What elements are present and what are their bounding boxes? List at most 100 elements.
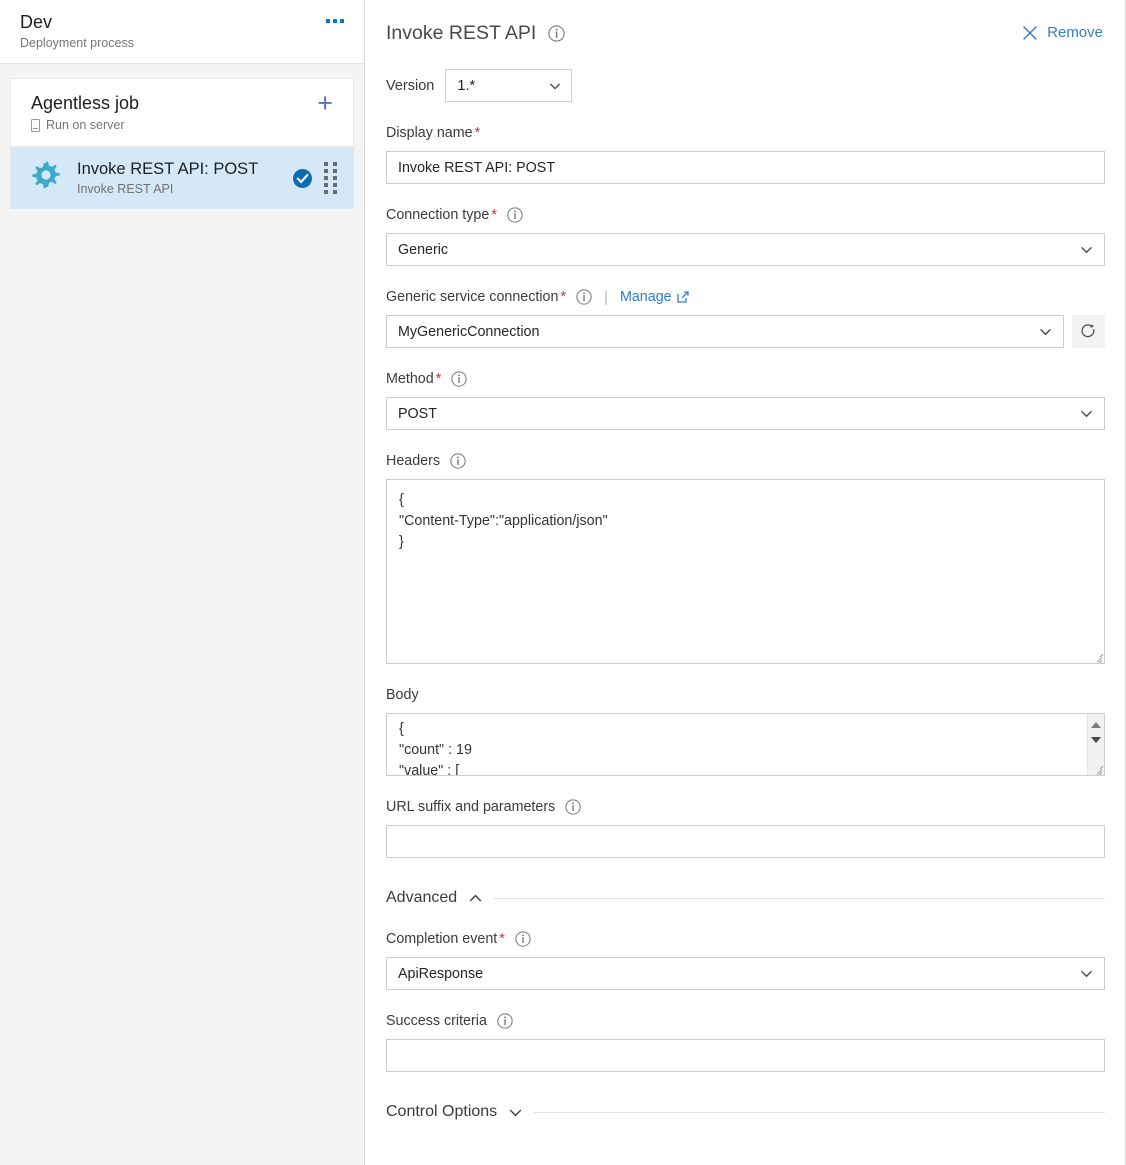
field-body: Body { "count" : 19 "value" : [ [386,686,1105,776]
section-divider [494,898,1105,899]
url-suffix-input[interactable] [386,825,1105,858]
drag-dot [324,162,328,166]
task-list-item-invoke-rest-api[interactable]: Invoke REST API: POST Invoke REST API [11,147,353,209]
method-select[interactable]: POST [386,397,1105,430]
pipeline-sidebar: Dev Deployment process Agentless job Run… [0,0,365,1165]
field-success-criteria: Success criteria [386,1012,1105,1072]
job-header-texts: Agentless job Run on server [31,92,139,133]
chevron-up-icon [467,890,484,907]
scroll-down-icon[interactable] [1091,737,1101,743]
chevron-down-icon [1079,966,1094,981]
info-icon[interactable] [576,289,592,305]
service-connection-value: MyGenericConnection [398,324,539,340]
process-title: Dev [20,11,134,33]
connection-type-value: Generic [398,242,448,258]
success-criteria-label: Success criteria [386,1012,487,1030]
connection-type-label: Connection type* [386,206,497,224]
field-completion-event: Completion event* ApiResponse [386,930,1105,990]
drag-dot [324,169,328,173]
info-icon[interactable] [497,1013,513,1029]
task-detail-panel: Invoke REST API [365,0,1126,1165]
info-icon[interactable] [507,207,523,223]
process-header-texts: Dev Deployment process [20,11,134,51]
task-drag-handle-icon[interactable] [324,162,343,194]
method-label: Method* [386,370,441,388]
body-scrollbar[interactable] [1087,714,1104,775]
body-label: Body [386,686,419,704]
task-editor-window: Dev Deployment process Agentless job Run… [0,0,1126,1165]
job-subtitle-row: Run on server [31,117,139,133]
deployment-process-header[interactable]: Dev Deployment process [0,0,364,64]
task-enabled-check-icon[interactable] [293,169,312,188]
field-url-suffix: URL suffix and parameters [386,798,1105,858]
section-control-options-title: Control Options [386,1102,497,1122]
label-divider: | [604,289,608,306]
refresh-service-connections-button[interactable] [1072,315,1105,348]
required-asterisk: * [499,931,505,947]
close-icon [1022,25,1038,41]
required-asterisk: * [560,289,566,305]
refresh-icon [1080,323,1097,340]
display-name-label-row: Display name* [386,124,1105,142]
task-item-texts: Invoke REST API: POST Invoke REST API [77,159,293,197]
info-icon[interactable] [565,799,581,815]
service-connection-row: MyGenericConnection [386,315,1105,348]
info-icon[interactable] [515,931,531,947]
detail-header: Invoke REST API [386,0,1105,46]
server-icon [31,119,40,132]
body-textarea[interactable]: { "count" : 19 "value" : [ [386,713,1105,776]
completion-event-select[interactable]: ApiResponse [386,957,1105,990]
required-asterisk: * [436,371,442,387]
required-asterisk: * [475,125,481,141]
more-actions-icon[interactable] [322,11,348,31]
completion-event-label: Completion event* [386,930,505,948]
display-name-label: Display name* [386,124,480,142]
section-advanced-header: Advanced [386,888,1105,908]
section-advanced-title: Advanced [386,888,457,908]
version-select[interactable]: 1.* [445,69,572,102]
drag-dot [324,176,328,180]
ellipsis-dot [333,19,337,23]
version-value: 1.* [457,78,475,94]
ellipsis-dot [326,19,330,23]
remove-label: Remove [1047,24,1103,42]
detail-title-wrap: Invoke REST API [386,21,565,45]
section-control-options-header: Control Options [386,1102,1105,1122]
drag-dot [333,190,337,194]
success-criteria-input[interactable] [386,1039,1105,1072]
service-connection-label-row: Generic service connection* | Manage [386,288,1105,306]
service-connection-select[interactable]: MyGenericConnection [386,315,1064,348]
chevron-down-icon [548,79,562,93]
field-connection-type: Connection type* Generic [386,206,1105,266]
success-criteria-label-row: Success criteria [386,1012,1105,1030]
url-suffix-label-row: URL suffix and parameters [386,798,1105,816]
drag-dot [333,183,337,187]
headers-textarea[interactable]: { "Content-Type":"application/json" } [386,479,1105,664]
display-name-input[interactable]: Invoke REST API: POST [386,151,1105,184]
info-icon[interactable] [451,371,467,387]
info-icon[interactable] [548,25,565,42]
task-item-name: Invoke REST API: POST [77,159,293,180]
task-item-subtitle: Invoke REST API [77,181,293,197]
info-icon[interactable] [450,453,466,469]
headers-label-row: Headers [386,452,1105,470]
job-title: Agentless job [31,92,139,114]
remove-task-button[interactable]: Remove [1020,20,1105,46]
external-link-icon [677,291,689,303]
resize-grip-icon [1090,649,1103,662]
agentless-job-header[interactable]: Agentless job Run on server + [11,79,353,147]
chevron-down-icon [1079,406,1094,421]
section-control-options-toggle[interactable]: Control Options [386,1102,524,1122]
scroll-up-icon[interactable] [1091,722,1101,728]
field-headers: Headers { "Content-Type":"application/js… [386,452,1105,664]
manage-label: Manage [620,289,672,305]
manage-service-connection-link[interactable]: Manage [620,289,689,305]
headers-value: { "Content-Type":"application/json" } [387,480,1104,563]
add-task-button[interactable]: + [311,92,339,114]
section-advanced-toggle[interactable]: Advanced [386,888,484,908]
drag-dot [324,190,328,194]
connection-type-select[interactable]: Generic [386,233,1105,266]
body-value: { "count" : 19 "value" : [ [387,714,1104,776]
chevron-down-icon [507,1104,524,1121]
connection-type-label-row: Connection type* [386,206,1105,224]
